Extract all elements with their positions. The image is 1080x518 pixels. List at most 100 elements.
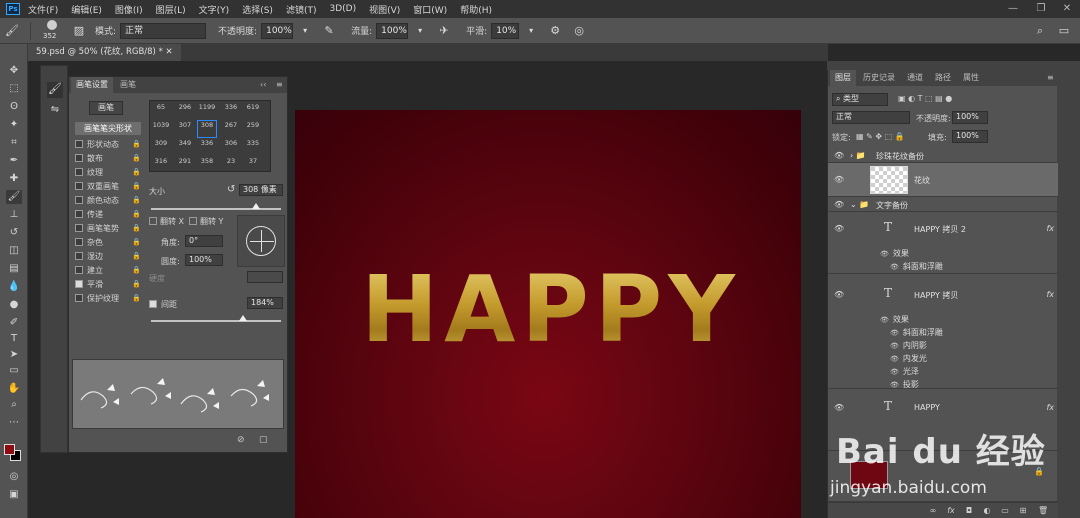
brush-preset[interactable]: 291 bbox=[176, 157, 194, 173]
menu-window[interactable]: 窗口(W) bbox=[413, 3, 447, 16]
tab-history[interactable]: 历史记录 bbox=[858, 70, 900, 86]
eye-icon[interactable]: 👁 bbox=[834, 151, 844, 161]
option-brush-pose[interactable]: 画笔笔势 🔒 bbox=[75, 222, 141, 235]
shape-tool-icon[interactable]: ▭ bbox=[6, 364, 22, 378]
option-texture[interactable]: 纹理 🔒 bbox=[75, 166, 141, 179]
menu-help[interactable]: 帮助(H) bbox=[460, 3, 492, 16]
lock-icon[interactable]: 🔒 bbox=[132, 292, 141, 305]
more-tools-icon[interactable]: ⋯ bbox=[6, 416, 22, 430]
brush-preset[interactable]: 23 bbox=[222, 157, 240, 173]
brush-preset[interactable]: 65 bbox=[152, 103, 170, 119]
tab-brushes[interactable]: 画笔 bbox=[115, 77, 141, 93]
angle-roundness-widget[interactable] bbox=[237, 215, 285, 267]
smoothing-input[interactable]: 10% bbox=[491, 22, 520, 39]
fill-input[interactable]: 100% bbox=[952, 130, 988, 143]
flow-input[interactable]: 100% bbox=[376, 22, 409, 39]
eye-icon[interactable]: 👁 bbox=[890, 329, 899, 337]
lock-icon[interactable]: 🔒 bbox=[132, 222, 141, 235]
path-select-tool-icon[interactable]: ➤ bbox=[6, 348, 22, 362]
brush-tip-shape-item[interactable]: 画笔笔尖形状 bbox=[75, 122, 141, 135]
checkbox[interactable] bbox=[75, 238, 83, 246]
opacity-input[interactable]: 100% bbox=[261, 22, 294, 39]
menu-layer[interactable]: 图层(L) bbox=[156, 3, 186, 16]
brush-preset[interactable]: 1199 bbox=[198, 103, 216, 119]
screen-mode-icon[interactable]: ▣ bbox=[6, 488, 22, 502]
brush-preset[interactable]: 336 bbox=[198, 139, 216, 155]
checkbox[interactable] bbox=[75, 210, 83, 218]
checkbox[interactable] bbox=[149, 217, 157, 225]
eye-icon[interactable]: 👁 bbox=[834, 290, 844, 300]
eye-icon[interactable]: 👁 bbox=[890, 355, 899, 363]
eye-icon[interactable]: 👁 bbox=[880, 316, 889, 324]
layer-filter-icons[interactable]: ▣ ◐ T ⬚ ▤ ● bbox=[898, 94, 952, 103]
eye-icon[interactable]: 👁 bbox=[834, 224, 844, 234]
quick-select-tool-icon[interactable]: ✦ bbox=[6, 118, 22, 132]
type-tool-icon[interactable]: T bbox=[6, 332, 22, 346]
lock-icon[interactable]: 🔒 bbox=[132, 194, 141, 207]
close-icon[interactable]: ✕ bbox=[166, 47, 173, 57]
healing-tool-icon[interactable]: ✚ bbox=[6, 172, 22, 186]
brush-preset[interactable]: 336 bbox=[222, 103, 240, 119]
size-input[interactable]: 308 像素 bbox=[239, 184, 283, 196]
chevron-down-icon[interactable]: ▾ bbox=[412, 23, 428, 39]
flip-y-checkbox[interactable]: 翻转 Y bbox=[189, 216, 223, 227]
toggle-preview-icon[interactable]: ⊘ bbox=[237, 435, 245, 445]
eraser-tool-icon[interactable]: ◫ bbox=[6, 244, 22, 258]
move-tool-icon[interactable]: ✥ bbox=[6, 64, 22, 78]
effects-row[interactable]: 👁 效果 bbox=[880, 248, 909, 259]
minimize-icon[interactable]: — bbox=[1006, 2, 1020, 16]
chevron-down-icon[interactable]: ▾ bbox=[523, 23, 539, 39]
brush-preset-selected[interactable]: 308 bbox=[197, 120, 217, 138]
tab-paths[interactable]: 路径 bbox=[930, 70, 956, 86]
checkbox[interactable] bbox=[75, 182, 83, 190]
brush-preset[interactable]: 335 bbox=[244, 139, 262, 155]
pen-tool-icon[interactable]: ✐ bbox=[6, 316, 22, 330]
document-tab[interactable]: 59.psd @ 50% (花纹, RGB/8) * ✕ bbox=[28, 44, 181, 61]
marquee-tool-icon[interactable]: ⬚ bbox=[6, 82, 22, 96]
blur-tool-icon[interactable]: 💧 bbox=[6, 280, 22, 294]
lock-icon[interactable]: 🔒 bbox=[132, 250, 141, 263]
brush-tool-icon[interactable]: 🖌 bbox=[6, 190, 22, 204]
checkbox[interactable] bbox=[75, 168, 83, 176]
pressure-opacity-icon[interactable]: ✎ bbox=[321, 23, 337, 39]
lock-icon[interactable]: 🔒 bbox=[132, 236, 141, 249]
flip-x-checkbox[interactable]: 翻转 X bbox=[149, 216, 184, 227]
chevron-down-icon[interactable]: ▾ bbox=[297, 23, 313, 39]
text-layer-row[interactable]: 👁 T HAPPY 拷贝 2 fx 👁 效果 👁 斜面和浮雕 bbox=[828, 212, 1058, 274]
panel-menu-icon[interactable]: ≡ bbox=[271, 77, 288, 93]
effect-item[interactable]: 👁 斜面和浮雕 bbox=[890, 327, 943, 338]
brush-presets-icon[interactable]: ⇋ bbox=[47, 104, 63, 120]
option-wet-edges[interactable]: 湿边 🔒 bbox=[75, 250, 141, 263]
checkbox[interactable] bbox=[75, 252, 83, 260]
effects-row[interactable]: 👁 效果 bbox=[880, 314, 909, 325]
fx-badge[interactable]: fx bbox=[1046, 290, 1054, 299]
history-brush-tool-icon[interactable]: ↺ bbox=[6, 226, 22, 240]
checkbox[interactable] bbox=[75, 224, 83, 232]
pressure-size-icon[interactable]: ◎ bbox=[571, 23, 587, 39]
eye-icon[interactable]: 👁 bbox=[890, 342, 899, 350]
brush-preset-picker[interactable]: 352 bbox=[41, 19, 63, 42]
brush-preset[interactable]: 619 bbox=[244, 103, 262, 119]
brush-preset[interactable]: 349 bbox=[176, 139, 194, 155]
gradient-tool-icon[interactable]: ▤ bbox=[6, 262, 22, 276]
eye-icon[interactable]: 👁 bbox=[880, 250, 889, 258]
layer-opacity-input[interactable]: 100% bbox=[952, 111, 988, 124]
panel-menu-icon[interactable]: ≡ bbox=[1042, 70, 1059, 86]
brush-panel-toggle-icon[interactable]: ▨ bbox=[71, 23, 87, 39]
menu-select[interactable]: 选择(S) bbox=[242, 3, 273, 16]
zoom-tool-icon[interactable]: ⌕ bbox=[6, 398, 22, 412]
close-icon[interactable]: ✕ bbox=[1060, 2, 1074, 16]
menu-image[interactable]: 图像(I) bbox=[115, 3, 143, 16]
checkbox[interactable] bbox=[75, 154, 83, 162]
spacing-slider[interactable] bbox=[151, 320, 281, 322]
effect-item[interactable]: 👁 内阴影 bbox=[890, 340, 927, 351]
menu-view[interactable]: 视图(V) bbox=[369, 3, 400, 16]
tab-properties[interactable]: 属性 bbox=[958, 70, 984, 86]
eye-icon[interactable]: 👁 bbox=[834, 200, 844, 210]
checkbox-checked[interactable] bbox=[149, 300, 157, 308]
brush-tool-icon[interactable]: 🖌 bbox=[4, 23, 20, 39]
lock-icon[interactable]: 🔒 bbox=[132, 152, 141, 165]
eyedropper-tool-icon[interactable]: ✒ bbox=[6, 154, 22, 168]
eye-icon[interactable]: 👁 bbox=[890, 368, 899, 376]
brush-preset[interactable]: 316 bbox=[152, 157, 170, 173]
